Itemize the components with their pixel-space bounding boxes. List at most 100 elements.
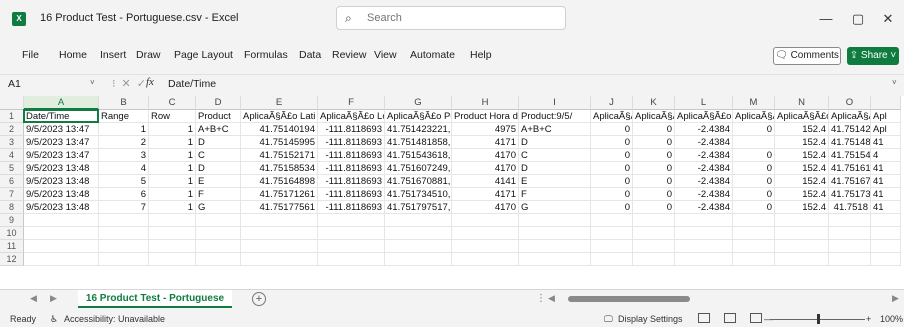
grid-cell[interactable] [519,227,591,240]
tab-file[interactable]: File [22,49,39,61]
column-header[interactable]: H [452,96,519,110]
formula-input[interactable]: Date/Time [168,78,216,90]
grid-cell[interactable]: AplicaÃ§Ã£o Po [385,110,452,123]
grid-cell[interactable]: F [196,188,241,201]
grid-cell[interactable] [99,240,149,253]
grid-cell[interactable]: 41.75161 [829,162,871,175]
grid-cell[interactable]: 41.7518 [829,201,871,214]
row-header[interactable]: 11 [0,240,24,253]
grid-cell[interactable]: 0 [591,149,633,162]
grid-cell[interactable] [452,240,519,253]
next-sheet-icon[interactable]: ▶ [50,293,57,304]
grid-cell[interactable]: E [519,175,591,188]
grid-cell[interactable]: 41 [871,188,901,201]
grid-cell[interactable] [149,240,196,253]
add-sheet-button[interactable]: + [252,292,266,306]
grid-cell[interactable] [871,253,901,266]
grid-cell[interactable] [241,214,318,227]
tab-page-layout[interactable]: Page Layout [174,49,233,61]
grid-cell[interactable] [99,214,149,227]
grid-cell[interactable] [733,136,775,149]
grid-cell[interactable] [318,253,385,266]
grid-cell[interactable] [733,240,775,253]
grid-cell[interactable]: 0 [633,136,675,149]
tab-draw[interactable]: Draw [136,49,161,61]
grid-cell[interactable]: -111.8118693 [318,188,385,201]
row-header[interactable]: 3 [0,136,24,149]
grid-cell[interactable] [675,240,733,253]
grid-cell[interactable]: 0 [633,188,675,201]
column-header[interactable]: F [318,96,385,110]
grid-cell[interactable]: -2.4384 [675,136,733,149]
grid-cell[interactable]: 41 [871,175,901,188]
grid-cell[interactable]: 9/5/2023 13:47 [24,136,99,149]
grid-cell[interactable] [24,240,99,253]
grid-cell[interactable] [519,214,591,227]
grid-cell[interactable] [733,227,775,240]
grid-cell[interactable]: A+B+C [519,123,591,136]
column-header[interactable]: L [675,96,733,110]
grid-cell[interactable]: 0 [633,162,675,175]
grid-cell[interactable] [149,227,196,240]
grid-cell[interactable]: 41.75140194 [241,123,318,136]
tab-help[interactable]: Help [470,49,492,61]
grid-cell[interactable]: D [196,162,241,175]
horizontal-scrollbar[interactable] [558,296,888,303]
grid-cell[interactable] [829,253,871,266]
grid-cell[interactable] [633,214,675,227]
column-header[interactable]: C [149,96,196,110]
tab-automate[interactable]: Automate [410,49,455,61]
grid-cell[interactable] [196,227,241,240]
prev-sheet-icon[interactable]: ◀ [30,293,37,304]
tab-home[interactable]: Home [59,49,87,61]
tab-review[interactable]: Review [332,49,366,61]
grid-cell[interactable]: 0 [633,201,675,214]
grid-cell[interactable]: -2.4384 [675,123,733,136]
column-header[interactable]: E [241,96,318,110]
grid-cell[interactable] [24,214,99,227]
grid-cell[interactable] [829,214,871,227]
grid-cell[interactable] [733,253,775,266]
grid-cell[interactable]: 7 [99,201,149,214]
close-button[interactable]: ✕ [868,6,904,32]
grid-cell[interactable]: 9/5/2023 13:47 [24,149,99,162]
grid-cell[interactable]: 4 [871,149,901,162]
grid-cell[interactable]: 2 [99,136,149,149]
grid-cell[interactable]: 0 [733,123,775,136]
grid-cell[interactable] [591,253,633,266]
page-layout-view-icon[interactable] [724,313,736,323]
grid-cell[interactable]: 41.75142 [829,123,871,136]
grid-cell[interactable] [452,253,519,266]
grid-cell[interactable] [675,214,733,227]
row-header[interactable]: 5 [0,162,24,175]
grid-cell[interactable]: AplicaÃ§Ã£o [775,110,829,123]
grid-cell[interactable]: 4170 [452,149,519,162]
grid-cell[interactable]: 4171 [452,188,519,201]
grid-cell[interactable]: 41.751734510, - [385,188,452,201]
grid-cell[interactable]: 0 [733,149,775,162]
grid-cell[interactable]: 1 [149,149,196,162]
grid-cell[interactable]: 4170 [452,162,519,175]
grid-cell[interactable]: AplicaÃ§Ã [591,110,633,123]
share-button[interactable]: ⇪ Share ˅ [847,47,899,65]
grid-cell[interactable]: 41.751423221, - [385,123,452,136]
grid-cell[interactable]: 41 [871,136,901,149]
grid-cell[interactable]: 41.75177561 [241,201,318,214]
grid-cell[interactable] [149,253,196,266]
tab-formulas[interactable]: Formulas [244,49,288,61]
comments-button[interactable]: 🗨 Comments [773,47,841,65]
grid-cell[interactable]: 1 [149,162,196,175]
grid-cell[interactable]: 4171 [452,136,519,149]
grid-cell[interactable]: C [519,149,591,162]
grid-cell[interactable]: AplicaÃ§Ã£o Lo [318,110,385,123]
grid-cell[interactable]: -111.8118693 [318,162,385,175]
grid-cell[interactable] [241,240,318,253]
grid-cell[interactable]: 41.751607249, - [385,162,452,175]
grid-cell[interactable] [99,227,149,240]
grid-cell[interactable]: AplicaÃ§Ã£o Lati [241,110,318,123]
zoom-slider-thumb[interactable] [817,314,820,324]
grid-cell[interactable]: D [519,162,591,175]
grid-cell[interactable]: Apl [871,110,901,123]
grid-cell[interactable] [633,240,675,253]
grid-cell[interactable] [196,240,241,253]
